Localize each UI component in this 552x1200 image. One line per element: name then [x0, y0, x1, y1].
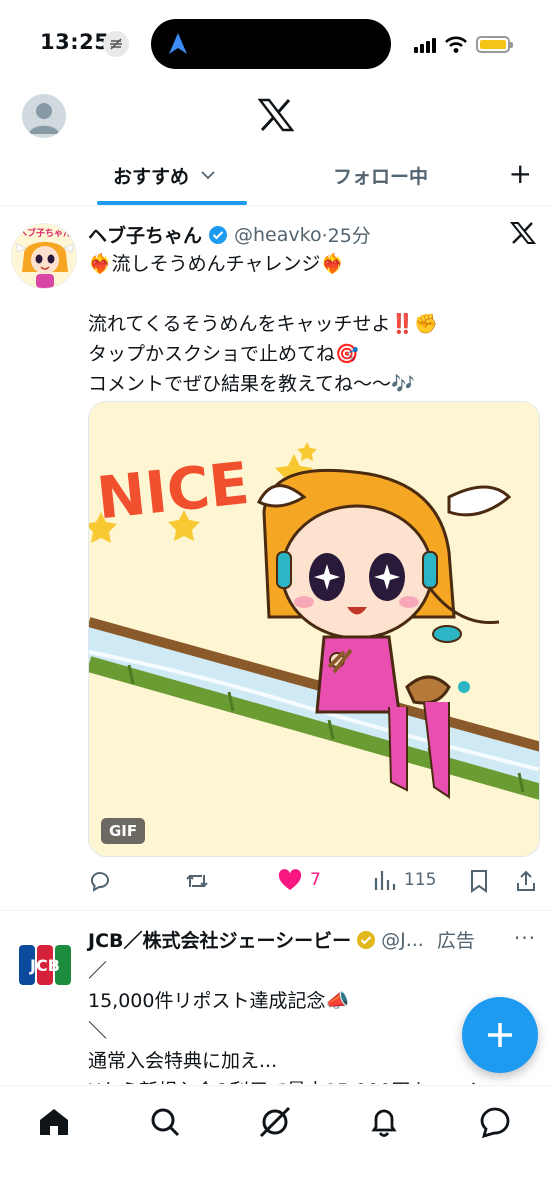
active-tab-indicator: [97, 201, 247, 205]
status-right: [414, 36, 513, 53]
more-options-icon[interactable]: ···: [514, 926, 536, 950]
bookmark-icon: [471, 870, 487, 893]
gif-badge: GIF: [101, 818, 146, 844]
battery-icon: [476, 36, 513, 53]
gold-verified-badge-icon: [357, 930, 376, 949]
tweet-actions: 7 115: [88, 869, 540, 899]
grok-icon[interactable]: [257, 1104, 293, 1140]
avatar-text: ヘブ子ちゃん: [18, 227, 72, 239]
share-button[interactable]: [515, 869, 537, 893]
ad-author-handle[interactable]: @J...: [381, 929, 424, 951]
views-chart-icon: [374, 871, 396, 890]
notifications-icon[interactable]: [366, 1104, 402, 1140]
jcb-logo-text: JCB: [29, 956, 60, 975]
navigation-arrow-icon: [167, 32, 189, 60]
timeline-tabs: おすすめ フォロー中 +: [0, 144, 552, 206]
dynamic-island: [151, 19, 391, 69]
search-icon[interactable]: [147, 1104, 183, 1140]
like-button[interactable]: 7: [278, 869, 321, 891]
bottom-nav: [0, 1085, 552, 1200]
focus-mode-icon: [103, 31, 129, 57]
ad-avatar[interactable]: JCB: [14, 934, 76, 996]
share-icon: [517, 870, 535, 891]
x-logo-icon[interactable]: [257, 98, 295, 136]
add-tab-button[interactable]: +: [509, 160, 532, 188]
ad-header: JCB／株式会社ジェーシービー @J... 広告: [88, 926, 475, 953]
wifi-icon: [445, 36, 467, 53]
tweet-timestamp[interactable]: ·25分: [322, 221, 371, 248]
views-button[interactable]: 115: [374, 869, 436, 891]
tweet-author-handle[interactable]: @heavko: [234, 224, 322, 246]
reply-icon: [91, 872, 109, 892]
app-header: [0, 88, 552, 144]
repost-button[interactable]: [184, 869, 210, 893]
tab-recommended-label: おすすめ: [113, 165, 190, 188]
tweet[interactable]: ヘブ子ちゃん ヘブ子ちゃん @heavko ·25分 ❤️‍🔥流しそうめんチャレ…: [0, 207, 552, 911]
heart-filled-icon: [278, 869, 302, 890]
tweet-author-name[interactable]: ヘブ子ちゃん: [88, 221, 202, 248]
status-time: 13:25: [40, 30, 110, 54]
ad-label: 広告: [436, 930, 475, 952]
tab-recommended[interactable]: おすすめ: [113, 144, 215, 206]
view-count: 115: [404, 870, 437, 890]
tweet-text: ❤️‍🔥流しそうめんチャレンジ❤️‍🔥 流れてくるそうめんをキャッチせよ‼️✊ …: [88, 253, 438, 395]
repost-icon: [186, 874, 208, 888]
compose-button[interactable]: [462, 997, 538, 1073]
tweet-media-gif[interactable]: NICE GIF: [88, 401, 540, 857]
messages-icon[interactable]: [477, 1104, 513, 1140]
profile-avatar-icon[interactable]: [22, 94, 66, 138]
status-bar: 13:25: [0, 0, 552, 88]
like-count: 7: [310, 870, 321, 890]
chevron-down-icon[interactable]: [201, 166, 215, 184]
tab-following[interactable]: フォロー中: [333, 144, 428, 206]
bookmark-button[interactable]: [469, 869, 489, 893]
grok-x-icon[interactable]: [509, 221, 537, 249]
cellular-signal-icon: [414, 37, 436, 53]
battery-fill: [480, 40, 506, 49]
ad-author-name[interactable]: JCB／株式会社ジェーシービー: [88, 926, 351, 953]
reply-button[interactable]: [88, 869, 112, 893]
plus-icon: [488, 1023, 512, 1047]
verified-badge-icon: [209, 225, 228, 244]
tweet-header: ヘブ子ちゃん @heavko ·25分: [88, 221, 371, 248]
home-icon[interactable]: [36, 1104, 72, 1140]
tweet-avatar[interactable]: ヘブ子ちゃん: [11, 223, 77, 289]
